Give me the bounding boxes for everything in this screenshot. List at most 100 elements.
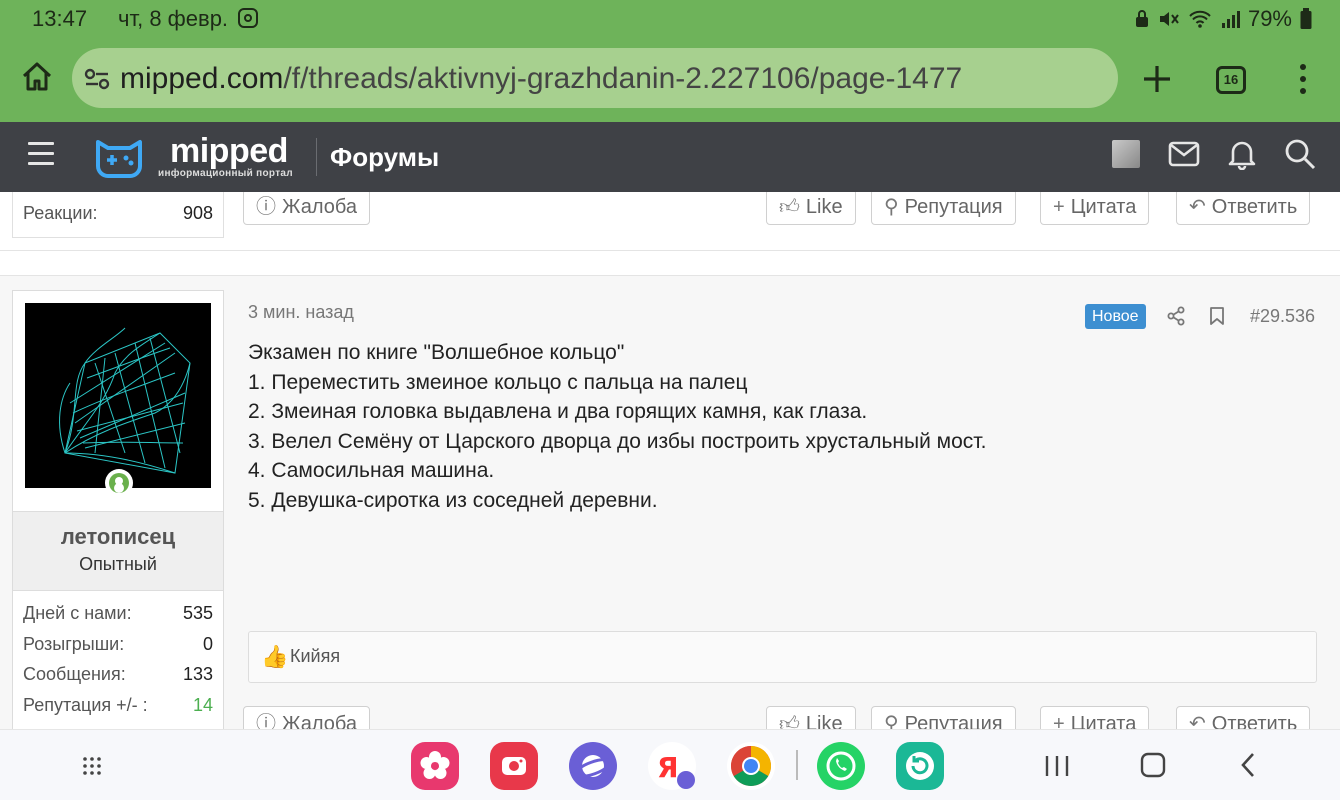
post-body: Экзамен по книге "Волшебное кольцо" 1. П… [248,338,986,515]
gallery-app-icon[interactable] [411,742,459,790]
prev-reply-button[interactable]: ↶ Ответить [1176,192,1311,225]
stat-label-reputation: Репутация +/- : [23,695,148,715]
samsung-internet-app-icon[interactable] [569,742,617,790]
plus-icon: + [1053,196,1065,218]
prev-post-usercard: Реакции: 908 [12,192,224,238]
recent-apps-icon[interactable] [1044,754,1070,778]
back-icon[interactable] [1240,752,1256,778]
site-settings-icon[interactable] [84,68,110,90]
username[interactable]: летописец [13,524,223,550]
post-line: Экзамен по книге "Волшебное кольцо" [248,341,625,364]
user-avatar[interactable] [25,303,211,488]
mail-icon[interactable] [1168,141,1200,167]
flower-icon [420,751,450,779]
bell-icon[interactable] [1228,138,1256,170]
post-line: 2. Змеиная головка выдавлена и два горящ… [248,400,868,423]
reputation-button[interactable]: ⚲ Репутация [871,706,1016,729]
stat-label-messages: Сообщения: [23,664,126,684]
account-avatar[interactable] [1112,140,1140,168]
post-usercard: летописец Опытный Дней с нами: 535 Розыг… [12,290,224,729]
new-tab-icon[interactable] [1142,64,1172,94]
battery-icon [1300,8,1312,29]
alert-icon: ⓘ [256,196,276,218]
refresh-icon [906,752,934,780]
taskbar-divider [796,750,798,780]
new-badge: Новое [1085,304,1146,329]
stat-value-messages: 133 [182,664,213,684]
chrome-app-icon[interactable] [727,742,775,790]
stat-value-days: 535 [182,603,213,623]
search-icon[interactable] [1284,138,1316,170]
svg-text:Я: Я [657,751,679,784]
post-line: 1. Переместить змеиное кольцо с пальца н… [248,370,748,394]
stat-label-days: Дней с нами: [23,603,132,623]
whatsapp-app-icon[interactable] [817,742,865,790]
like-button[interactable]: 👍︎ Like [766,706,856,729]
yandex-app-icon[interactable]: Я [648,742,696,790]
thumbs-up-icon: 👍︎ [779,713,800,729]
reply-icon: ↶ [1189,196,1206,218]
sync-app-icon[interactable] [896,742,944,790]
section-title[interactable]: Форумы [330,142,439,173]
prev-reactions-label: Реакции: [23,203,98,223]
magnifier-icon: ⚲ [884,196,899,218]
reply-button[interactable]: ↶ Ответить [1176,706,1311,729]
post-timestamp[interactable]: 3 мин. назад [248,302,354,323]
post-number[interactable]: #29.536 [1250,306,1315,327]
phone-icon [826,751,856,781]
mute-icon [1159,12,1179,26]
site-header: mipped информационный портал Форумы [0,122,1340,192]
lock-icon [1135,10,1148,27]
url-path: /f/threads/aktivnyj-grazhdanin-2.227106/… [283,62,963,95]
reactions-bar[interactable]: 👍 Кийяя [248,631,1317,683]
logo-subtitle: информационный портал [158,168,293,179]
status-date: чт, 8 февр. [118,6,229,31]
plus-icon: + [1053,713,1065,729]
prev-like-button[interactable]: 👍︎ Like [766,192,856,225]
prev-quote-button[interactable]: + Цитата [1040,192,1150,225]
home-button-icon[interactable] [1140,752,1166,778]
hamburger-menu-icon[interactable] [28,142,54,172]
browser-toolbar: mipped.com/f/threads/aktivnyj-grazhdanin… [0,40,1340,122]
bookmark-icon[interactable] [1209,306,1225,326]
avatar-image [59,327,191,474]
stat-label-giveaways: Розыгрыши: [23,634,125,654]
home-icon[interactable] [20,60,54,94]
wifi-icon [1189,10,1211,28]
url-text[interactable]: mipped.com/f/threads/aktivnyj-grazhdanin… [120,62,962,96]
quote-button[interactable]: + Цитата [1040,706,1150,729]
prev-reputation-button[interactable]: ⚲ Репутация [871,192,1016,225]
yandex-icon: Я [657,751,695,789]
online-status-icon [105,469,133,497]
magnifier-icon: ⚲ [884,713,899,729]
share-icon[interactable] [1166,306,1186,326]
reacted-users[interactable]: Кийяя [290,646,340,667]
post-line: 3. Велел Семёну от Царского дворца до из… [248,429,987,453]
instagram-notification-icon [238,8,258,28]
thumbs-up-reaction-icon: 👍 [261,644,289,669]
stat-value-giveaways: 0 [202,634,213,654]
report-button[interactable]: ⓘ Жалоба [243,706,370,729]
header-divider [316,138,317,176]
signal-icon [1221,11,1240,28]
app-drawer-icon[interactable] [82,756,102,776]
post-divider [0,250,1340,276]
status-time: 13:47 [32,6,88,31]
thread-content: Реакции: 908 ⓘ Жалоба 👍︎ Like ⚲ Репутация +… [0,192,1340,729]
alert-icon: ⓘ [256,713,276,729]
battery-percent: 79% [1247,6,1292,31]
thumbs-up-icon: 👍︎ [779,196,800,218]
mipped-logo-icon[interactable] [94,136,144,178]
status-bar: 13:47 чт, 8 февр. 79% [0,0,1340,40]
reply-icon: ↶ [1189,713,1206,729]
camera-app-icon[interactable] [490,742,538,790]
logo-text[interactable]: mipped [170,132,288,171]
post-line: 4. Самосильная машина. [248,459,495,482]
user-title: Опытный [79,554,157,574]
prev-reactions-value: 908 [182,203,213,223]
prev-report-button[interactable]: ⓘ Жалоба [243,192,370,225]
planet-icon [574,755,612,778]
browser-menu-icon[interactable] [1300,64,1308,100]
tab-count-button[interactable]: 16 [1216,66,1246,94]
user-identity: летописец Опытный [13,511,223,591]
